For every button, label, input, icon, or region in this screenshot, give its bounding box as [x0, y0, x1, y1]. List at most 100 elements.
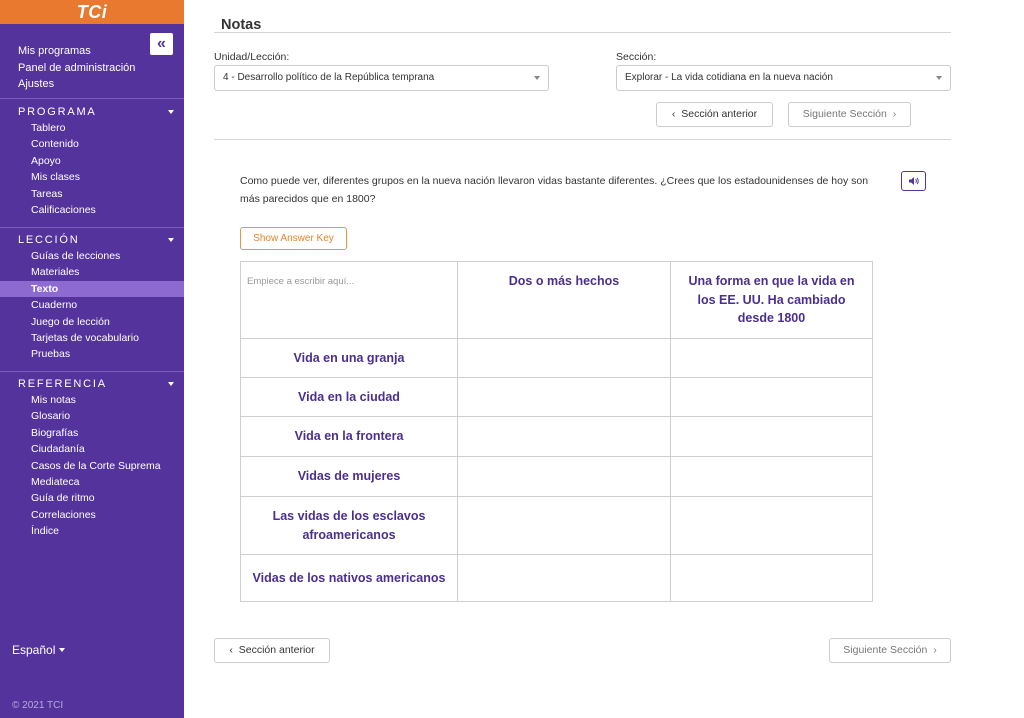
chevron-left-icon: ‹ — [671, 108, 682, 120]
sidebar-item-materiales[interactable]: Materiales — [0, 264, 184, 280]
table-cell-input[interactable] — [670, 456, 873, 497]
prompt-text: Como puede ver, diferentes grupos en la … — [240, 175, 869, 205]
table-cell-input[interactable] — [457, 416, 671, 457]
sidebar-item-tablero[interactable]: Tablero — [0, 120, 184, 136]
sidebar-item-biografias[interactable]: Biografías — [0, 425, 184, 441]
top-links: Mis programas Panel de administración Aj… — [18, 43, 135, 93]
copyright: © 2021 TCI — [12, 700, 64, 711]
unit-select[interactable]: 4 - Desarrollo político de la República … — [214, 65, 549, 91]
double-chevron-left-icon: « — [157, 35, 166, 52]
title-rule — [214, 32, 951, 33]
sidebar-item-glosario[interactable]: Glosario — [0, 408, 184, 424]
next-section-button-top[interactable]: Siguiente Sección › — [788, 102, 911, 127]
header-rule — [214, 139, 951, 140]
sidebar-item-apoyo[interactable]: Apoyo — [0, 153, 184, 169]
table-header-row: Empiece a escribir aquí... Dos o más hec… — [240, 261, 873, 339]
column-header: Una forma en que la vida en los EE. UU. … — [670, 261, 873, 339]
section-select[interactable]: Explorar - La vida cotidiana en la nueva… — [616, 65, 951, 91]
chevron-left-icon: ‹ — [229, 644, 239, 656]
table-row: Vida en la frontera — [240, 416, 873, 457]
section-referencia: REFERENCIA Mis notas Glosario Biografías… — [0, 376, 184, 540]
sidebar-item-correlaciones[interactable]: Correlaciones — [0, 507, 184, 523]
page-title: Notas — [221, 17, 262, 33]
chevron-right-icon: › — [927, 644, 937, 656]
sidebar-item-calificaciones[interactable]: Calificaciones — [0, 202, 184, 218]
chevron-down-icon — [534, 76, 540, 80]
row-header: Vidas de mujeres — [240, 456, 458, 497]
row-header: Vidas de los nativos americanos — [240, 554, 458, 602]
table-cell-input[interactable] — [457, 554, 671, 602]
row-header: Las vidas de los esclavos afroamericanos — [240, 496, 458, 555]
show-answer-key-button[interactable]: Show Answer Key — [240, 227, 347, 250]
language-label: Español — [12, 643, 56, 657]
table-cell-input[interactable] — [670, 377, 873, 417]
row-header: Vida en una granja — [240, 338, 458, 378]
table-cell-input[interactable] — [670, 416, 873, 457]
row-header: Vida en la frontera — [240, 416, 458, 457]
column-header: Dos o más hechos — [457, 261, 671, 339]
sidebar-item-ciudadania[interactable]: Ciudadanía — [0, 441, 184, 457]
sidebar-item-mediateca[interactable]: Mediateca — [0, 474, 184, 490]
sidebar-item-tarjetas[interactable]: Tarjetas de vocabulario — [0, 330, 184, 346]
sidebar-divider — [0, 98, 184, 99]
sidebar-item-tareas[interactable]: Tareas — [0, 186, 184, 202]
sidebar-item-mis-notas[interactable]: Mis notas — [0, 392, 184, 408]
table-cell-input[interactable] — [670, 338, 873, 378]
link-panel-administracion[interactable]: Panel de administración — [18, 60, 135, 77]
table-cell-input[interactable] — [457, 456, 671, 497]
section-header-leccion[interactable]: LECCIÓN — [0, 232, 184, 248]
sidebar-item-mis-clases[interactable]: Mis clases — [0, 169, 184, 185]
caret-down-icon — [168, 238, 174, 242]
input-placeholder: Empiece a escribir aquí... — [247, 276, 355, 287]
collapse-sidebar-button[interactable]: « — [150, 33, 173, 55]
sidebar-item-pruebas[interactable]: Pruebas — [0, 346, 184, 362]
table-row: Las vidas de los esclavos afroamericanos — [240, 496, 873, 555]
table-cell-input[interactable] — [457, 496, 671, 555]
speaker-icon — [908, 177, 919, 185]
table-cell-input[interactable] — [670, 554, 873, 602]
table-cell-input[interactable] — [457, 377, 671, 417]
sidebar-item-juego[interactable]: Juego de lección — [0, 314, 184, 330]
prev-section-button-top[interactable]: ‹ Sección anterior — [656, 102, 773, 127]
table-row: Vida en una granja — [240, 338, 873, 378]
section-header-referencia[interactable]: REFERENCIA — [0, 376, 184, 392]
unit-select-value: 4 - Desarrollo político de la República … — [223, 72, 435, 83]
table-row: Vidas de mujeres — [240, 456, 873, 497]
section-programa: PROGRAMA Tablero Contenido Apoyo Mis cla… — [0, 104, 184, 218]
link-ajustes[interactable]: Ajustes — [18, 76, 135, 93]
caret-down-icon — [168, 110, 174, 114]
table-row: Vida en la ciudad — [240, 377, 873, 417]
sidebar-item-guia-ritmo[interactable]: Guía de ritmo — [0, 490, 184, 506]
notes-table: Empiece a escribir aquí... Dos o más hec… — [240, 261, 873, 602]
caret-down-icon — [59, 648, 66, 652]
row-header: Vida en la ciudad — [240, 377, 458, 417]
sidebar-item-indice[interactable]: Índice — [0, 523, 184, 539]
section-label: Sección: — [616, 51, 657, 63]
next-section-button-bottom[interactable]: Siguiente Sección › — [829, 638, 951, 663]
caret-down-icon — [168, 382, 174, 386]
section-header-programa[interactable]: PROGRAMA — [0, 104, 184, 120]
language-selector[interactable]: Español — [12, 643, 66, 657]
sidebar: TCi « Mis programas Panel de administrac… — [0, 0, 184, 718]
table-cell-input[interactable]: Empiece a escribir aquí... — [240, 261, 458, 339]
sidebar-item-cuaderno[interactable]: Cuaderno — [0, 297, 184, 313]
section-select-value: Explorar - La vida cotidiana en la nueva… — [625, 72, 833, 83]
sidebar-item-contenido[interactable]: Contenido — [0, 136, 184, 152]
tci-logo[interactable]: TCi — [77, 2, 108, 23]
prev-section-button-bottom[interactable]: ‹ Sección anterior — [214, 638, 330, 663]
sidebar-item-casos-corte[interactable]: Casos de la Corte Suprema — [0, 458, 184, 474]
link-mis-programas[interactable]: Mis programas — [18, 43, 135, 60]
table-cell-input[interactable] — [457, 338, 671, 378]
chevron-down-icon — [936, 76, 942, 80]
sidebar-item-guias[interactable]: Guías de lecciones — [0, 248, 184, 264]
table-cell-input[interactable] — [670, 496, 873, 555]
section-leccion: LECCIÓN Guías de lecciones Materiales Te… — [0, 232, 184, 363]
unit-label: Unidad/Lección: — [214, 51, 290, 63]
sidebar-item-texto[interactable]: Texto — [0, 280, 184, 298]
chevron-right-icon: › — [886, 108, 897, 120]
sidebar-divider — [0, 227, 184, 228]
audio-button[interactable] — [901, 171, 926, 191]
logo-bar: TCi — [0, 0, 184, 24]
sidebar-divider — [0, 371, 184, 372]
table-row: Vidas de los nativos americanos — [240, 554, 873, 602]
